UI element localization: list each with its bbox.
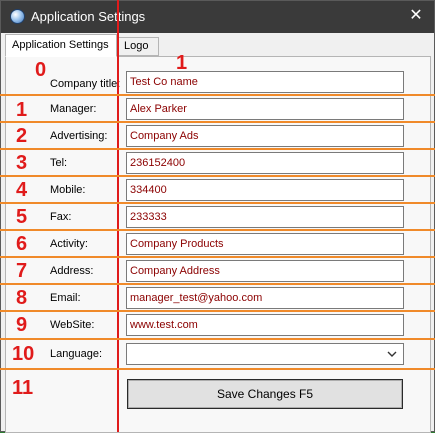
mobile-label: Mobile: [50,184,86,196]
annotation-divider-line [0,338,435,340]
company-title-field[interactable]: Test Co name [126,71,404,93]
manager-field[interactable]: Alex Parker [126,98,404,120]
tab-strip: Application Settings Logo [5,34,433,57]
tab-logo[interactable]: Logo [117,37,159,56]
company-title-label: Company title: [50,78,121,90]
annotation-divider-line [0,121,435,123]
annotation-divider-line [0,175,435,177]
annotation-divider-line [0,229,435,231]
email-field[interactable]: manager_test@yahoo.com [126,287,404,309]
annotation-number: 1 [16,99,28,121]
mobile-field[interactable]: 334400 [126,179,404,201]
address-label: Address: [50,265,94,277]
email-label: Email: [50,292,81,304]
annotation-divider-line [0,148,435,150]
annotation-number: 11 [12,377,34,399]
annotation-divider-line [0,202,435,204]
fax-label: Fax: [50,211,72,223]
website-label: WebSite: [50,319,95,331]
annotation-number: 5 [16,206,28,228]
tel-field[interactable]: 236152400 [126,152,404,174]
tel-label: Tel: [50,157,68,169]
tab-application-settings[interactable]: Application Settings [5,34,117,57]
website-field[interactable]: www.test.com [126,314,404,336]
language-label: Language: [50,348,102,360]
annotation-number: 4 [16,179,28,201]
annotation-number: 7 [16,260,28,282]
title-bar[interactable]: Application Settings ✕ [1,1,434,33]
language-select[interactable] [126,343,404,365]
manager-label: Manager: [50,103,97,115]
annotation-number: 2 [16,125,28,147]
advertising-label: Advertising: [50,130,108,142]
annotation-number: 3 [16,152,28,174]
annotation-number: 1 [176,52,188,74]
activity-label: Activity: [50,238,88,250]
annotation-divider-line [0,256,435,258]
annotation-number: 0 [35,59,47,81]
annotation-divider-line [0,94,435,96]
annotation-divider-line [0,368,435,370]
address-field[interactable]: Company Address [126,260,404,282]
close-icon[interactable]: ✕ [402,3,430,29]
chevron-down-icon[interactable] [387,350,397,358]
advertising-field[interactable]: Company Ads [126,125,404,147]
window-title: Application Settings [31,9,146,24]
annotation-number: 10 [12,343,35,365]
app-icon [10,9,25,24]
annotation-divider-line [0,310,435,312]
annotation-number: 8 [16,287,28,309]
annotation-divider-line [0,283,435,285]
activity-field[interactable]: Company Products [126,233,404,255]
annotation-number: 6 [16,233,28,255]
save-changes-button[interactable]: Save Changes F5 [127,379,403,409]
annotation-number: 9 [16,314,28,336]
fax-field[interactable]: 233333 [126,206,404,228]
